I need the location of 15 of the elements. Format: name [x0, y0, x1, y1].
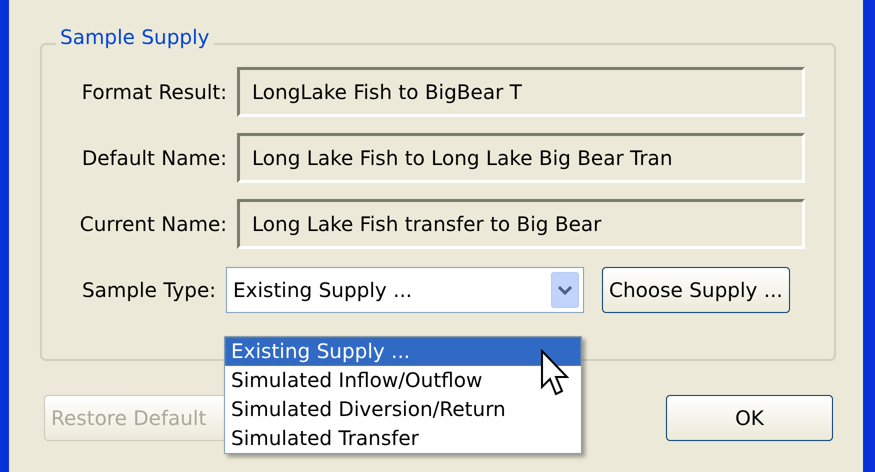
pointer-icon	[540, 349, 570, 397]
text-field[interactable]: Long Lake Fish to Long Lake Big Bear Tran	[237, 133, 805, 183]
field-label: Format Result:	[80, 79, 228, 106]
dropdown-option[interactable]: Simulated Inflow/Outflow	[225, 366, 581, 395]
dropdown-option[interactable]: Existing Supply ...	[225, 337, 581, 366]
ok-button[interactable]: OK	[666, 395, 833, 441]
dropdown-button[interactable]	[551, 272, 579, 308]
choose-supply-button[interactable]: Choose Supply ...	[602, 267, 790, 313]
dropdown-field[interactable]: Existing Supply ...	[226, 267, 584, 313]
field-label: Default Name:	[80, 145, 228, 172]
text-field[interactable]: Long Lake Fish transfer to Big Bear	[237, 199, 805, 249]
text-field[interactable]: LongLake Fish to BigBear T	[237, 67, 805, 117]
field-label: Current Name:	[78, 211, 228, 238]
caret-icon	[558, 285, 572, 295]
field-label: Sample Type:	[80, 277, 217, 304]
